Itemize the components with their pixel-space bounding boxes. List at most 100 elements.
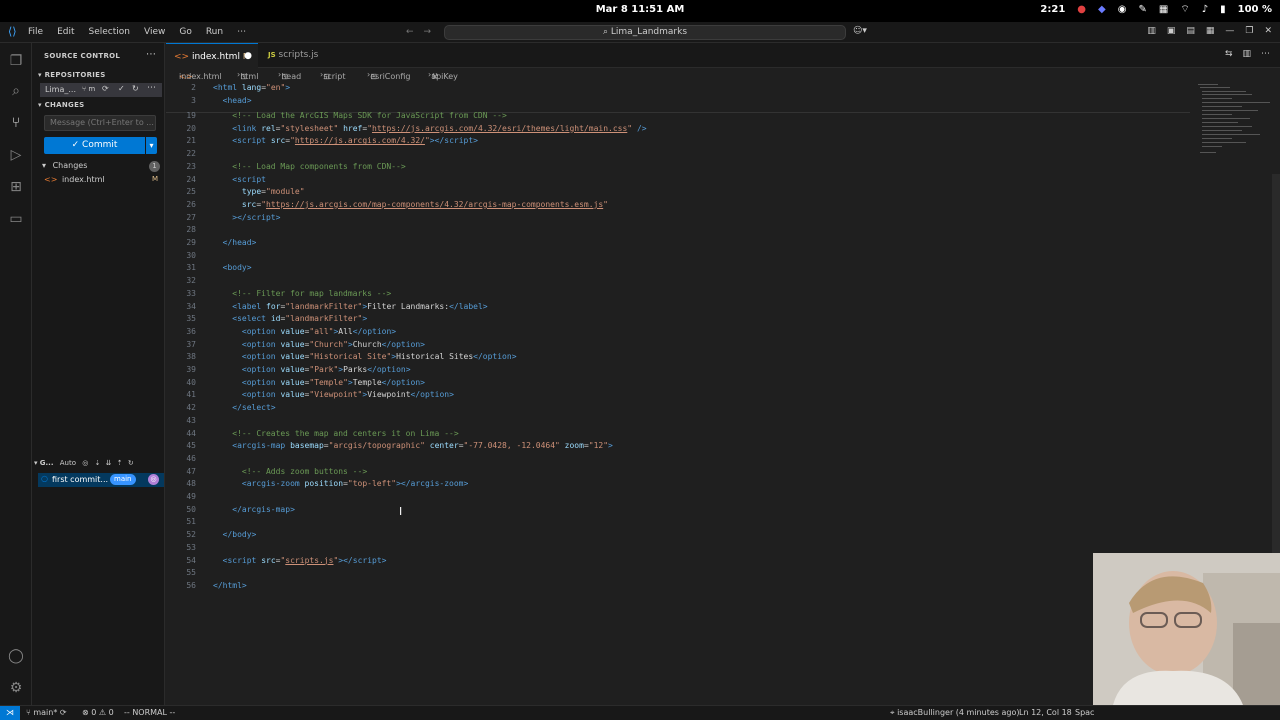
code-line[interactable]: <option value="Temple">Temple</option> <box>213 378 425 387</box>
code-line[interactable]: <script <box>213 175 266 184</box>
repositories-header[interactable]: ▾ REPOSITORIES <box>38 71 106 79</box>
code-line[interactable]: <script src="scripts.js"></script> <box>213 556 387 565</box>
toggle-sidebar-icon[interactable]: ▥ <box>1147 26 1156 36</box>
sticky-scroll-line[interactable]: 2 <html lang="en"> <box>166 83 1190 96</box>
toggle-panel-icon[interactable]: ▣ <box>1167 26 1176 36</box>
wifi-icon[interactable]: ⌔ <box>1180 3 1189 16</box>
manage-gear-icon[interactable]: ⚙ <box>6 678 26 698</box>
problems-status[interactable]: ⊗ 0 ⚠ 0 <box>82 708 114 717</box>
code-line[interactable]: <link rel="stylesheet" href="https://js.… <box>213 124 646 133</box>
code-line[interactable]: <!-- Adds zoom buttons --> <box>213 467 367 476</box>
code-line[interactable]: </arcgis-map> <box>213 505 295 514</box>
checkmark-icon[interactable]: ✓ <box>118 84 125 93</box>
changes-header[interactable]: ▾ CHANGES <box>38 101 85 109</box>
code-line[interactable]: <!-- Filter for map landmarks --> <box>213 289 391 298</box>
code-line[interactable]: src="https://js.arcgis.com/map-component… <box>213 200 608 209</box>
code-line[interactable]: <arcgis-map basemap="arcgis/topographic"… <box>213 441 613 450</box>
menu-more[interactable]: ⋯ <box>237 27 246 37</box>
tab-index-html[interactable]: <> index.html M ● <box>166 43 258 68</box>
code-line[interactable]: </head> <box>213 238 257 247</box>
breadcrumb-item[interactable]: › ⊡ html <box>237 70 258 81</box>
graph-target-icon[interactable]: ◎ <box>82 459 88 467</box>
remote-indicator[interactable]: ⋊ <box>0 706 20 720</box>
copilot-icon[interactable]: ☺▾ <box>853 26 867 36</box>
menu-file[interactable]: File <box>28 27 43 37</box>
branch-status[interactable]: ⑂ main* ⟳ <box>26 708 67 717</box>
minimap[interactable] <box>1192 82 1272 162</box>
command-center[interactable]: ⌕ Lima_Landmarks <box>444 25 846 40</box>
menu-go[interactable]: Go <box>179 27 191 37</box>
battery-icon[interactable]: ▮ <box>1220 4 1226 15</box>
repository-row[interactable]: Lima_... ⑂ m ⟳ ✓ ↻ ⋯ <box>40 83 162 97</box>
changed-file-row[interactable]: <> index.html M <box>44 175 160 187</box>
graph-pull-icon[interactable]: ⇊ <box>106 459 112 467</box>
more-actions-icon[interactable]: ⋯ <box>1261 49 1270 59</box>
close-icon[interactable]: ✕ <box>1264 26 1272 36</box>
code-line[interactable]: </html> <box>213 581 247 590</box>
discord-icon[interactable]: ◉ <box>1118 4 1127 15</box>
code-line[interactable]: type="module" <box>213 187 305 196</box>
cursor-position[interactable]: Ln 12, Col 18 <box>1019 708 1072 717</box>
graph-header[interactable]: ▾ G... Auto ◎ ⇣ ⇊ ⇡ ↻ <box>34 459 164 471</box>
scrollbar-thumb[interactable] <box>1272 174 1280 554</box>
os-time-indicator[interactable]: 2:21 <box>1040 4 1065 15</box>
breadcrumb-item[interactable]: › ⊡ esriConfig <box>367 70 410 81</box>
code-editor[interactable]: 2 <html lang="en"> 3 <head> 19 <!-- Load t… <box>166 82 1190 705</box>
menu-edit[interactable]: Edit <box>57 27 74 37</box>
code-line[interactable]: <!-- Load the ArcGIS Maps SDK for JavaSc… <box>213 111 507 120</box>
code-line[interactable]: </select> <box>213 403 275 412</box>
sticky-scroll-line[interactable]: 3 <head> <box>166 96 1190 109</box>
changes-group[interactable]: ▾ Changes 1 <box>42 161 160 173</box>
graph-auto-label[interactable]: Auto <box>60 459 76 467</box>
source-control-icon[interactable]: ⑂ <box>6 113 26 133</box>
toggle-secondary-sidebar-icon[interactable]: ▤ <box>1186 26 1195 36</box>
graph-commit-row[interactable]: ○ first commit... main ◎ <box>38 473 164 487</box>
customize-layout-icon[interactable]: ▦ <box>1206 26 1215 36</box>
git-blame-status[interactable]: ⌖ isaacBullinger (4 minutes ago) <box>890 708 1019 718</box>
graph-push-icon[interactable]: ⇡ <box>117 459 123 467</box>
minimize-icon[interactable]: — <box>1225 26 1234 36</box>
code-line[interactable]: <select id="landmarkFilter"> <box>213 314 367 323</box>
refresh-icon[interactable]: ↻ <box>132 84 139 93</box>
tray-app-icon[interactable]: ● <box>1077 4 1086 15</box>
graph-refresh-icon[interactable]: ↻ <box>128 459 134 467</box>
battery-percent[interactable]: 100 % <box>1238 4 1272 15</box>
tray-app-icon[interactable]: ◆ <box>1098 4 1106 15</box>
code-line[interactable]: <option value="Viewpoint">Viewpoint</opt… <box>213 390 454 399</box>
code-line[interactable]: <option value="all">All</option> <box>213 327 396 336</box>
tab-scripts-js[interactable]: JS scripts.js <box>260 43 330 68</box>
vscode-logo-icon[interactable]: ⟨⟩ <box>8 25 17 38</box>
menu-selection[interactable]: Selection <box>89 27 130 37</box>
code-line[interactable]: <label for="landmarkFilter">Filter Landm… <box>213 302 487 311</box>
code-line[interactable]: <option value="Historical Site">Historic… <box>213 352 517 361</box>
code-line[interactable]: <body> <box>213 263 252 272</box>
code-line[interactable]: </body> <box>213 530 257 539</box>
breadcrumb-item[interactable]: › ⊡ script <box>320 70 346 81</box>
sync-icon[interactable]: ⟳ <box>102 84 109 93</box>
remote-explorer-icon[interactable]: ▭ <box>6 209 26 229</box>
tray-app-icon[interactable]: ▦ <box>1159 4 1168 15</box>
more-actions-icon[interactable]: ⋯ <box>147 83 156 93</box>
code-line[interactable]: ></script> <box>213 213 280 222</box>
split-editor-icon[interactable]: ▥ <box>1242 49 1251 59</box>
extensions-icon[interactable]: ⊞ <box>6 177 26 197</box>
volume-icon[interactable]: ♪ <box>1202 4 1208 15</box>
back-arrow-icon[interactable]: ← <box>406 27 414 37</box>
code-line[interactable]: <option value="Church">Church</option> <box>213 340 425 349</box>
commit-button[interactable]: ✓ Commit <box>44 137 145 154</box>
account-icon[interactable]: ◯ <box>6 646 26 666</box>
forward-arrow-icon[interactable]: → <box>424 27 432 37</box>
commit-dropdown-button[interactable]: ▾ <box>146 137 157 154</box>
explorer-icon[interactable]: ❐ <box>6 51 26 71</box>
graph-fetch-icon[interactable]: ⇣ <box>95 459 101 467</box>
code-line[interactable]: <arcgis-zoom position="top-left"></arcgi… <box>213 479 468 488</box>
code-line[interactable]: <script src="https://js.arcgis.com/4.32/… <box>213 136 478 145</box>
code-line[interactable]: <!-- Creates the map and centers it on L… <box>213 429 458 438</box>
breadcrumb-item[interactable]: › ⊡ head <box>278 70 301 81</box>
commit-message-input[interactable]: Message (Ctrl+Enter to ... <box>44 115 156 131</box>
menu-run[interactable]: Run <box>206 27 223 37</box>
search-icon[interactable]: ⌕ <box>6 81 26 101</box>
menu-view[interactable]: View <box>144 27 165 37</box>
unsaved-dot-icon[interactable]: ● <box>244 44 252 69</box>
restore-icon[interactable]: ❐ <box>1245 26 1253 36</box>
